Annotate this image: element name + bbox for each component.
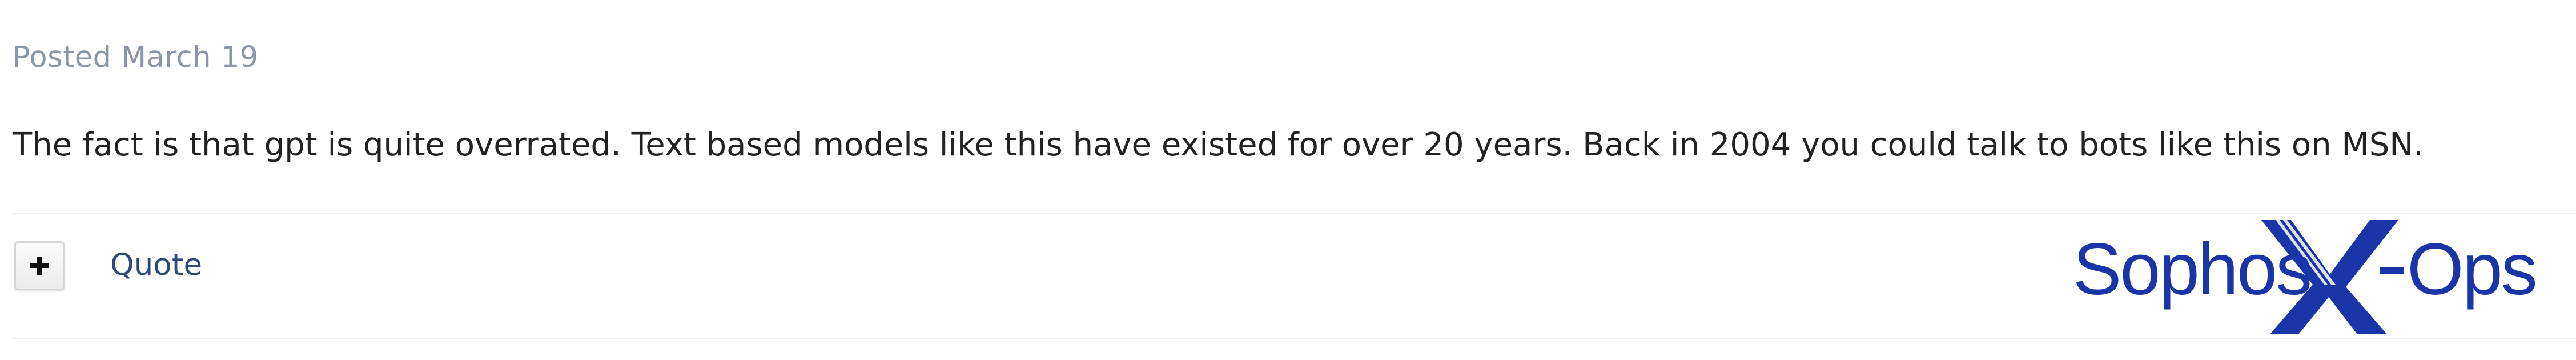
- logo-text-ops: Ops: [2407, 229, 2536, 310]
- post-content: The fact is that gpt is quite overrated.…: [13, 126, 2424, 163]
- plus-icon: [28, 254, 51, 277]
- divider: [13, 213, 2576, 214]
- divider: [13, 338, 2576, 339]
- post-date: Posted March 19: [13, 41, 259, 74]
- quote-link[interactable]: Quote: [110, 247, 202, 283]
- logo-text-sophos: Sophos: [2073, 229, 2310, 310]
- sophos-xops-logo: Sophos Ops: [2073, 217, 2541, 337]
- plus-button[interactable]: [14, 241, 65, 290]
